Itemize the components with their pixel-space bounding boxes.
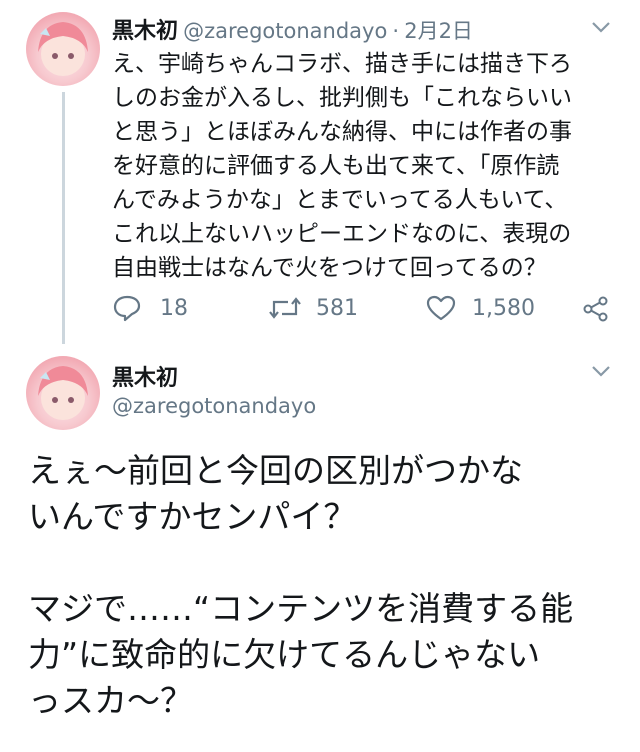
tweet1-header: 黒木初 @zaregotonandayo · 2月2日 xyxy=(112,13,473,45)
chevron-down-icon[interactable] xyxy=(590,20,612,34)
avatar-image xyxy=(38,366,88,420)
tweet-text: えぇ〜前回と今回の区別がつかな いんですかセンパイ？ マジで……“コンテンツを消… xyxy=(28,451,574,720)
handle[interactable]: @zaregotonandayo xyxy=(112,394,316,418)
chevron-down-icon[interactable] xyxy=(590,364,612,378)
display-name[interactable]: 黒木初 xyxy=(112,360,178,392)
retweet-count: 581 xyxy=(316,295,358,321)
reply-icon xyxy=(112,294,142,322)
retweet-button[interactable]: 581 xyxy=(268,294,358,322)
avatar[interactable] xyxy=(26,12,100,86)
display-name[interactable]: 黒木初 xyxy=(112,19,178,44)
reply-button[interactable]: 18 xyxy=(112,294,188,322)
avatar-image xyxy=(38,22,88,76)
like-button[interactable]: 1,580 xyxy=(426,294,535,322)
share-icon[interactable] xyxy=(582,295,610,323)
retweet-icon xyxy=(268,294,302,322)
like-icon xyxy=(426,294,456,322)
like-count: 1,580 xyxy=(472,295,535,321)
separator: · xyxy=(392,19,400,43)
handle[interactable]: @zaregotonandayo xyxy=(183,19,387,43)
reply-count: 18 xyxy=(160,295,188,321)
tweet-text: え、宇崎ちゃんコラボ、描き手には描き下ろ しのお金が入るし、批判側も「これならい… xyxy=(112,51,572,281)
timestamp[interactable]: 2月2日 xyxy=(404,19,473,43)
avatar[interactable] xyxy=(26,356,100,430)
thread-line xyxy=(62,92,65,344)
